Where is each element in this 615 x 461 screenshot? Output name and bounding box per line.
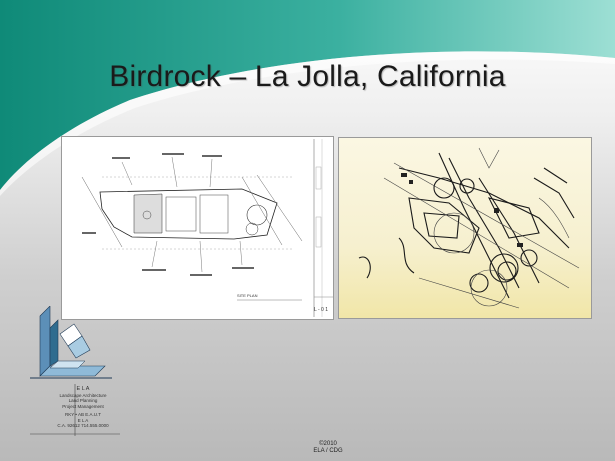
slide-title: Birdrock – La Jolla, California <box>109 60 506 93</box>
logo-line-3: Project Management <box>62 403 104 409</box>
footer-org: ELA / CDG <box>313 448 343 454</box>
sketch-graphic <box>358 147 580 309</box>
footer-copyright: ©2010 <box>319 441 337 447</box>
plan-caption: SITE PLAN <box>237 293 258 298</box>
slide: Birdrock – La Jolla, California SITE PLA… <box>0 0 615 461</box>
site-plan-graphic: SITE PLAN <box>81 139 333 317</box>
concept-sketch <box>338 137 592 319</box>
site-plan-drawing: SITE PLAN L - 0 1 <box>61 136 334 320</box>
footer: ©2010 ELA / CDG <box>300 441 356 455</box>
logo-subline-3: C.A. 92612 714.555.0000 <box>57 423 109 428</box>
sheet-label: L - 0 1 <box>314 307 328 313</box>
logo-caption: E L A Landscape Architecture Land Planni… <box>48 386 118 429</box>
